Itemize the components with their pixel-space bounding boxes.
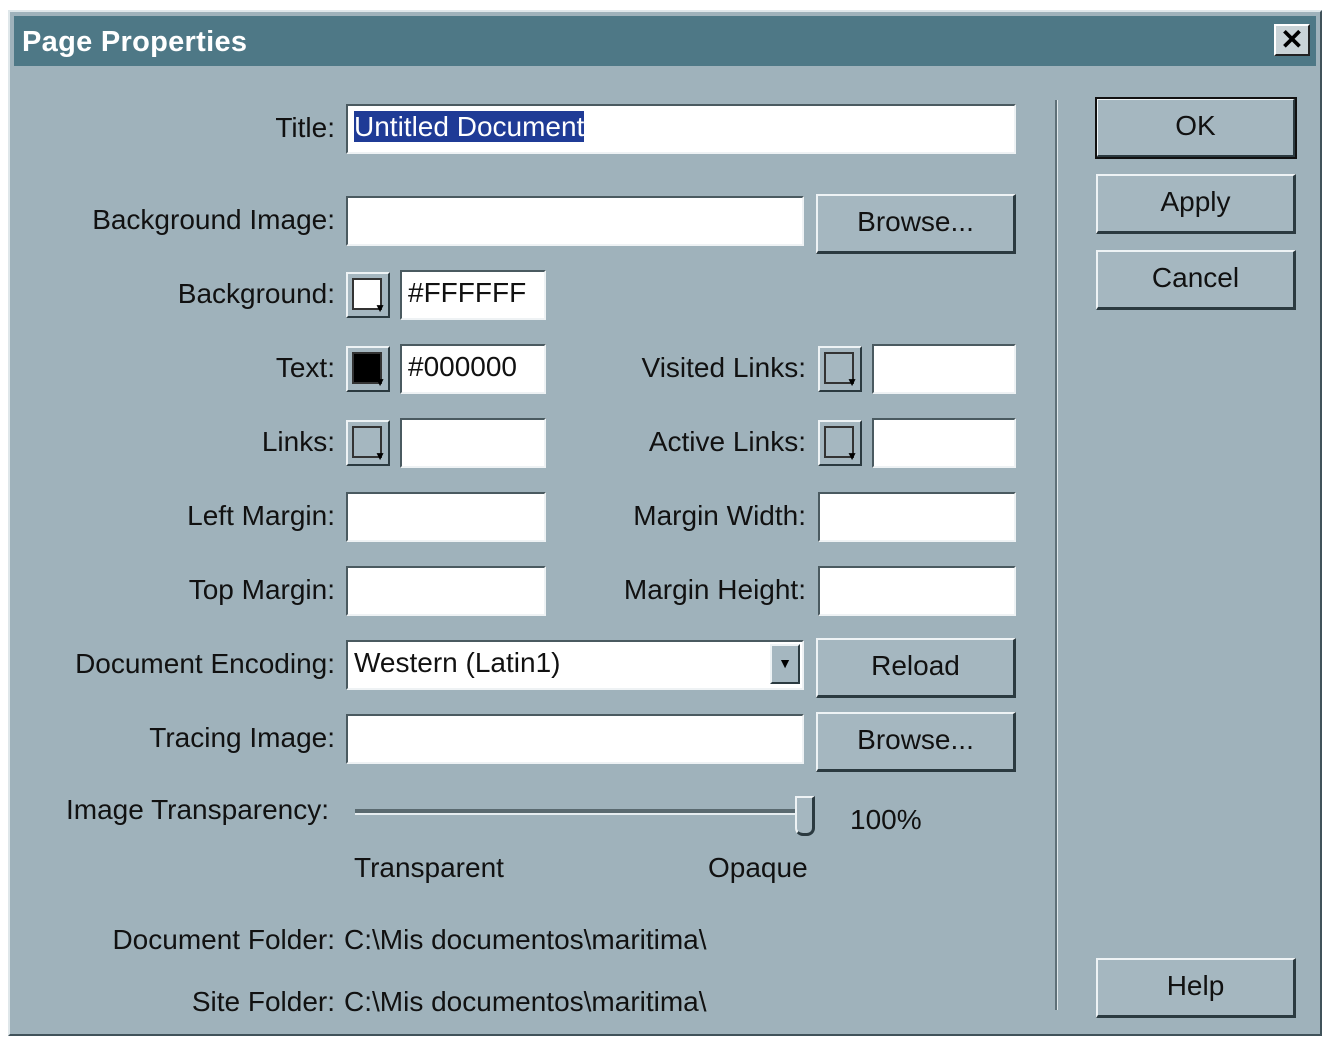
vertical-divider bbox=[1055, 100, 1058, 1010]
transparency-slider-track[interactable] bbox=[355, 809, 815, 815]
cancel-button[interactable]: Cancel bbox=[1096, 250, 1296, 310]
active-links-color-input[interactable] bbox=[872, 418, 1016, 468]
document-encoding-label: Document Encoding: bbox=[75, 648, 335, 679]
margin-width-label: Margin Width: bbox=[633, 500, 806, 531]
active-links-color-swatch[interactable]: ▼ bbox=[818, 420, 862, 466]
document-encoding-value: Western (Latin1) bbox=[354, 647, 561, 678]
transparency-slider-thumb[interactable] bbox=[795, 796, 815, 836]
text-color-input[interactable]: #000000 bbox=[400, 344, 546, 394]
chevron-down-icon: ▼ bbox=[846, 375, 858, 389]
chevron-down-icon: ▼ bbox=[374, 449, 386, 463]
opaque-label: Opaque bbox=[708, 852, 808, 883]
margin-height-input[interactable] bbox=[818, 566, 1016, 616]
visited-links-color-input[interactable] bbox=[872, 344, 1016, 394]
document-folder-label: Document Folder: bbox=[112, 924, 335, 955]
close-button[interactable]: ✕ bbox=[1274, 24, 1310, 56]
document-encoding-select[interactable]: Western (Latin1) ▼ bbox=[346, 640, 804, 690]
reload-button[interactable]: Reload bbox=[816, 638, 1016, 698]
browse-tracing-button[interactable]: Browse... bbox=[816, 712, 1016, 772]
page-properties-dialog: Page Properties ✕ Title: Untitled Docume… bbox=[8, 10, 1322, 1036]
help-button[interactable]: Help bbox=[1096, 958, 1296, 1018]
title-input-value: Untitled Document bbox=[354, 111, 585, 142]
background-image-input[interactable] bbox=[346, 196, 804, 246]
window-title: Page Properties bbox=[22, 26, 248, 58]
left-margin-input[interactable] bbox=[346, 492, 546, 542]
left-margin-label: Left Margin: bbox=[187, 500, 335, 531]
browse-background-button[interactable]: Browse... bbox=[816, 194, 1016, 254]
transparency-value: 100% bbox=[850, 804, 922, 835]
title-label: Title: bbox=[275, 112, 335, 143]
background-image-label: Background Image: bbox=[92, 204, 335, 235]
top-margin-label: Top Margin: bbox=[188, 574, 335, 605]
close-icon: ✕ bbox=[1280, 24, 1304, 55]
chevron-down-icon: ▼ bbox=[374, 301, 386, 315]
title-bar[interactable]: Page Properties ✕ bbox=[14, 16, 1316, 66]
tracing-image-input[interactable] bbox=[346, 714, 804, 764]
background-color-swatch[interactable]: ▼ bbox=[346, 272, 390, 318]
dropdown-arrow-button[interactable]: ▼ bbox=[770, 644, 800, 684]
chevron-down-icon: ▼ bbox=[374, 375, 386, 389]
links-label: Links: bbox=[261, 426, 335, 457]
active-links-label: Active Links: bbox=[648, 426, 806, 457]
visited-links-label: Visited Links: bbox=[641, 352, 806, 383]
margin-width-input[interactable] bbox=[818, 492, 1016, 542]
tracing-image-label: Tracing Image: bbox=[149, 722, 335, 753]
ok-button[interactable]: OK bbox=[1095, 97, 1297, 159]
links-color-input[interactable] bbox=[400, 418, 546, 468]
links-color-swatch[interactable]: ▼ bbox=[346, 420, 390, 466]
text-color-swatch[interactable]: ▼ bbox=[346, 346, 390, 392]
chevron-down-icon: ▼ bbox=[846, 449, 858, 463]
site-folder-value: C:\Mis documentos\maritima\ bbox=[344, 986, 707, 1017]
site-folder-label: Site Folder: bbox=[191, 986, 335, 1017]
chevron-down-icon: ▼ bbox=[778, 655, 792, 671]
visited-links-color-swatch[interactable]: ▼ bbox=[818, 346, 862, 392]
text-label: Text: bbox=[275, 352, 335, 383]
background-color-input[interactable]: #FFFFFF bbox=[400, 270, 546, 320]
margin-height-label: Margin Height: bbox=[623, 574, 806, 605]
document-folder-value: C:\Mis documentos\maritima\ bbox=[344, 924, 707, 955]
title-input[interactable]: Untitled Document bbox=[346, 104, 1016, 154]
background-label: Background: bbox=[177, 278, 335, 309]
image-transparency-label: Image Transparency: bbox=[66, 794, 330, 825]
transparent-label: Transparent bbox=[354, 852, 504, 883]
apply-button[interactable]: Apply bbox=[1096, 174, 1296, 234]
top-margin-input[interactable] bbox=[346, 566, 546, 616]
